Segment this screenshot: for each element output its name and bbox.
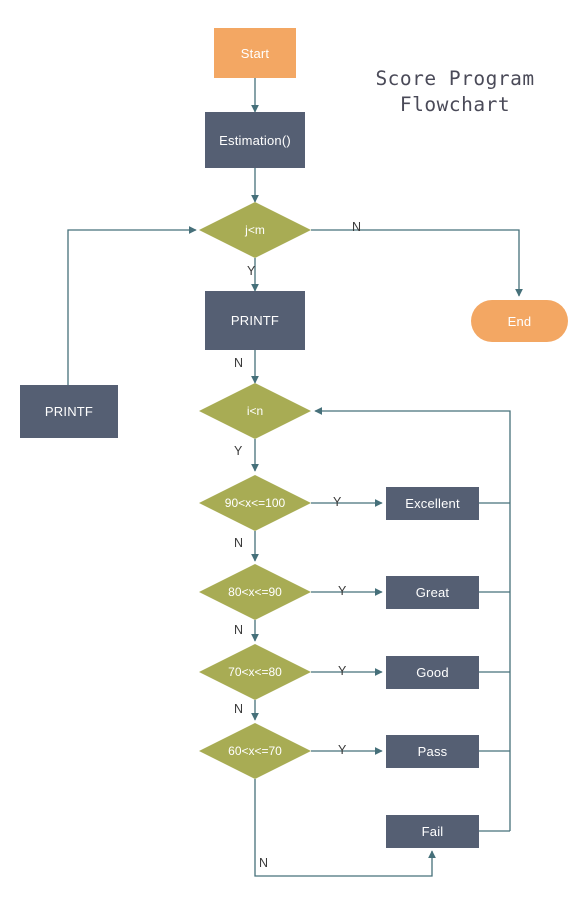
edge-label-jm-no: N — [352, 220, 362, 234]
node-printf-main[interactable]: PRINTF — [205, 291, 305, 350]
edge-label-d70-no: N — [234, 702, 244, 716]
node-great[interactable]: Great — [386, 576, 479, 609]
diamond-shape-60 — [199, 723, 311, 779]
edge-label-d90-no: N — [234, 536, 244, 550]
node-printf-main-label: PRINTF — [230, 313, 280, 328]
node-end-label: End — [507, 313, 532, 329]
page-title-line2: Flowchart — [399, 93, 511, 116]
page-title-line1: Score Program — [375, 67, 535, 90]
page-title: Score Program Flowchart — [355, 66, 555, 118]
diamond-shape-jm — [199, 202, 311, 258]
edge-label-in-yes: Y — [234, 444, 243, 458]
flowchart-canvas: Start Estimation() j<m PRINTF PRINTF i<n… — [0, 0, 586, 903]
node-decision-jm[interactable]: j<m — [199, 202, 311, 258]
node-start[interactable]: Start — [214, 28, 296, 78]
edge-label-d60-no: N — [259, 856, 269, 870]
edge-label-d80-yes: Y — [338, 584, 347, 598]
node-decision-60[interactable]: 60<x<=70 — [199, 723, 311, 779]
node-fail-label: Fail — [421, 824, 444, 839]
edge-label-d90-yes: Y — [333, 495, 342, 509]
edge-label-jm-yes: Y — [247, 264, 256, 278]
node-printf-left[interactable]: PRINTF — [20, 385, 118, 438]
diamond-shape-80 — [199, 564, 311, 620]
node-fail[interactable]: Fail — [386, 815, 479, 848]
node-estimation[interactable]: Estimation() — [205, 112, 305, 168]
edge-label-d60-yes: Y — [338, 743, 347, 757]
node-printf-left-label: PRINTF — [44, 404, 94, 419]
edge-bus-return-to-in — [314, 407, 511, 831]
node-good[interactable]: Good — [386, 656, 479, 689]
edge-jm-no-to-end — [311, 229, 523, 297]
node-decision-70[interactable]: 70<x<=80 — [199, 644, 311, 700]
diamond-shape-90 — [199, 475, 311, 531]
node-start-label: Start — [240, 45, 270, 61]
node-great-label: Great — [415, 585, 450, 600]
node-good-label: Good — [416, 665, 449, 680]
edge-label-d80-no: N — [234, 623, 244, 637]
edge-printfleft-to-jm — [67, 226, 197, 385]
node-decision-90[interactable]: 90<x<=100 — [199, 475, 311, 531]
edge-label-printf-no: N — [234, 356, 244, 370]
node-excellent[interactable]: Excellent — [386, 487, 479, 520]
node-decision-in[interactable]: i<n — [199, 383, 311, 439]
node-end[interactable]: End — [471, 300, 568, 342]
diamond-shape-70 — [199, 644, 311, 700]
node-decision-80[interactable]: 80<x<=90 — [199, 564, 311, 620]
edge-label-d70-yes: Y — [338, 664, 347, 678]
node-pass-label: Pass — [417, 744, 448, 759]
diamond-shape-in — [199, 383, 311, 439]
node-excellent-label: Excellent — [405, 496, 460, 511]
node-estimation-label: Estimation() — [219, 132, 291, 148]
node-pass[interactable]: Pass — [386, 735, 479, 768]
